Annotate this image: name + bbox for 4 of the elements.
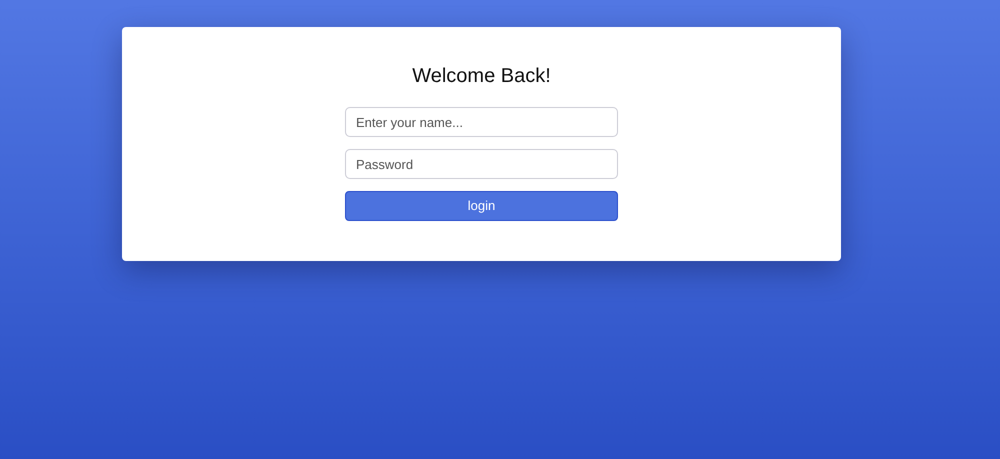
input-field[interactable]: Enter your name... bbox=[345, 107, 618, 137]
login-button[interactable]: login bbox=[345, 191, 618, 221]
welcome-title: Welcome Back! bbox=[412, 64, 551, 89]
input-field[interactable]: Password bbox=[345, 149, 618, 179]
